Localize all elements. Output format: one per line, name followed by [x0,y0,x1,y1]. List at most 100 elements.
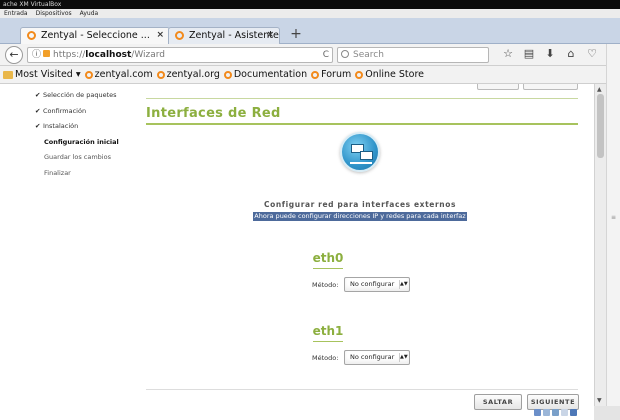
bookmark-label: Online Store [365,69,425,80]
bookmark-label: Most Visited ▾ [15,69,81,80]
zentyal-icon [355,70,364,79]
pocket-icon[interactable]: ♡ [586,47,598,60]
usb-icon[interactable] [561,409,568,416]
folder-icon [3,70,13,79]
method-label: Método: [312,281,339,289]
tab-label: Zentyal - Seleccione ... [41,30,150,41]
url-scheme: https:// [53,50,86,60]
title-underline [146,123,578,125]
method-label: Método: [312,354,339,362]
next-button[interactable]: SIGUIENTE [527,394,579,410]
step-item-done: ✔ Selección de paquetes [32,88,144,104]
optical-icon[interactable] [543,409,550,416]
network-adapter-icon[interactable] [552,409,559,416]
zentyal-icon [84,70,93,79]
interface-name-eth1: eth1 [312,324,344,338]
section-subtitle: Configurar red para interfaces externos [263,200,457,209]
tab-zentyal-select[interactable]: Zentyal - Seleccione ... × [20,27,170,44]
insecure-lock-icon [43,50,51,57]
page-title: Interfaces de Red [146,106,281,121]
zentyal-icon [27,31,36,40]
skip-button[interactable]: SALTAR [474,394,522,410]
star-icon[interactable]: ☆ [502,47,514,60]
vm-status-corner [594,406,620,420]
download-icon[interactable]: ⬇ [544,47,556,60]
cable-shape [350,162,372,164]
search-icon [341,50,349,58]
checkmark-icon: ✔ [35,122,41,130]
step-item-current: Configuración inicial [44,137,119,146]
display-icon[interactable] [570,409,577,416]
vm-menu-ayuda[interactable]: Ayuda [80,9,99,18]
select-value: No configurar [350,280,395,288]
page-scrollbar[interactable]: ▲ ▼ [594,84,606,406]
nav-toolbar: ← ⓘ https://localhost/Wizard C Search ☆ ▤… [0,44,620,66]
bookmark-online-store[interactable]: Online Store [355,69,424,80]
scroll-up-icon[interactable]: ▲ [597,86,602,93]
select-value: No configurar [350,353,395,361]
step-label: Selección de paquetes [43,91,117,99]
toolbar-icons: ☆ ▤ ⬇ ⌂ ♡ ≡ [502,47,619,60]
zentyal-icon [175,31,184,40]
info-icon[interactable]: ⓘ [32,50,41,60]
home-icon[interactable]: ⌂ [565,47,577,60]
interface-underline [313,341,343,342]
method-select-eth1[interactable]: No configurar ▲▼ [344,350,410,365]
back-button[interactable]: ← [5,46,23,64]
bookmark-label: zentyal.com [94,69,153,80]
close-tab-icon[interactable]: × [266,28,274,43]
selected-hint-text: Ahora puede configurar direcciones IP y … [253,212,467,221]
step-label: Instalación [43,122,79,130]
bookmarks-bar: Most Visited ▾ zentyal.com zentyal.org D… [0,66,620,84]
tab-strip: Zentyal - Seleccione ... × Zentyal - Asi… [0,18,620,44]
url-path: /Wizard [131,50,166,60]
bookmark-most-visited[interactable]: Most Visited ▾ [3,69,81,80]
hint-wrapper: Ahora puede configurar direcciones IP y … [152,211,568,221]
top-button-fragment[interactable] [477,84,519,90]
vm-menu-entrada[interactable]: Entrada [4,9,28,18]
interface-underline [313,268,343,269]
top-button-fragment[interactable] [523,84,578,90]
vm-window-title: ache XM VirtualBox [0,0,620,9]
dropdown-arrow-icon: ▲▼ [399,353,408,362]
vm-menu-dispositivos[interactable]: Dispositivos [36,9,72,18]
hdd-icon[interactable] [534,409,541,416]
url-bar[interactable]: ⓘ https://localhost/Wizard C [27,47,333,63]
bookmark-label: Documentation [233,69,308,80]
window-right-strip: ≡ [606,44,620,420]
checkmark-icon: ✔ [35,106,41,115]
step-item-pending: Guardar los cambios [44,153,111,161]
checkmark-icon: ✔ [35,91,41,99]
resize-handle-icon: ≡ [611,214,617,221]
bookmark-label: Forum [321,69,352,80]
bookmark-forum[interactable]: Forum [311,69,351,80]
step-item-done: ✔ Instalación [32,119,144,135]
bookmark-documentation[interactable]: Documentation [223,69,308,80]
url-host: localhost [85,50,132,60]
reload-icon[interactable]: C [323,48,329,62]
divider [146,389,578,390]
network-icon [340,132,380,172]
scrollbar-thumb[interactable] [597,94,604,158]
bookmark-zentyal-com[interactable]: zentyal.com [84,69,153,80]
close-tab-icon[interactable]: × [156,28,164,43]
divider [146,98,578,99]
zentyal-icon [311,70,320,79]
method-select-eth0[interactable]: No configurar ▲▼ [344,277,410,292]
tab-zentyal-wizard[interactable]: Zentyal - Asistente d... × [168,27,280,44]
search-placeholder: Search [353,50,384,60]
zentyal-icon [156,70,165,79]
interface-name-eth0: eth0 [312,251,344,265]
scroll-down-icon[interactable]: ▼ [597,397,602,404]
search-input[interactable]: Search [337,47,489,63]
vm-status-tray [534,409,577,416]
step-item-done: ✔ Confirmación [32,104,144,120]
monitor-shape [360,151,373,160]
reading-list-icon[interactable]: ▤ [523,47,535,60]
wizard-steps-sidebar: ✔ Selección de paquetes ✔ Confirmación ✔ In… [32,88,144,181]
new-tab-button[interactable]: + [287,27,305,43]
page-content: ✔ Selección de paquetes ✔ Confirmación ✔ In… [0,84,594,420]
bookmark-zentyal-org[interactable]: zentyal.org [156,69,220,80]
bookmark-label: zentyal.org [166,69,220,80]
step-item-pending: Finalizar [44,168,71,177]
